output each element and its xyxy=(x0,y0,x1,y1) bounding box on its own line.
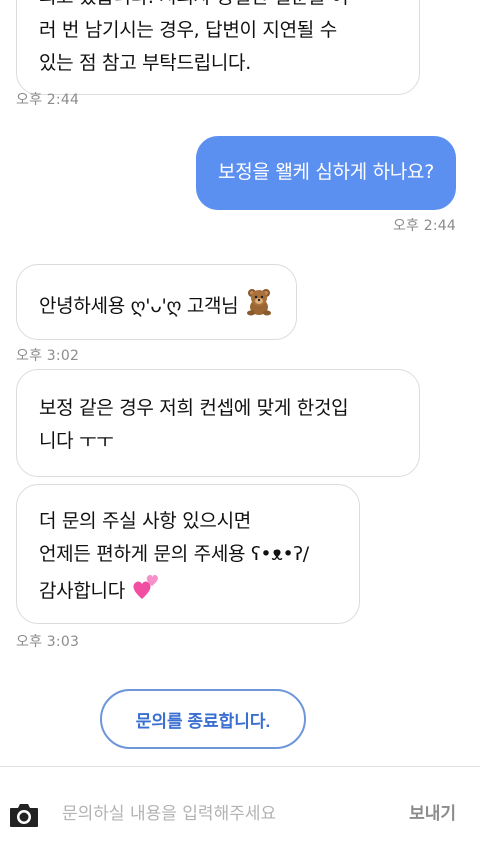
message-timestamp: 오후 2:44 xyxy=(16,92,80,108)
agent-message: 보정 같은 경우 저희 컨셉에 맞게 한것입 니다 ㅜㅜ xyxy=(16,369,420,477)
message-line: 니다 ㅜㅜ xyxy=(39,430,114,452)
agent-message: 되고 있습니다. 시의사 동일한 질문을 여 러 번 남기시는 경우, 답변이 … xyxy=(16,0,420,95)
message-line: 있는 점 참고 부탁드립니다. xyxy=(39,52,251,74)
message-timestamp: 오후 2:44 xyxy=(392,218,456,234)
message-line: 보정 같은 경우 저희 컨셉에 맞게 한것입 xyxy=(39,397,349,419)
message-timestamp: 오후 3:02 xyxy=(16,348,80,364)
message-line: 보정을 왤케 심하게 하나요? xyxy=(218,161,434,183)
message-input[interactable] xyxy=(62,791,382,837)
user-message: 보정을 왤케 심하게 하나요? xyxy=(196,136,456,210)
message-line: 러 번 남기시는 경우, 답변이 지연될 수 xyxy=(39,19,337,41)
two-hearts-icon xyxy=(131,571,161,612)
send-button[interactable]: 보내기 xyxy=(409,799,456,824)
message-text: 감사합니다 xyxy=(39,580,125,602)
message-line: 더 문의 주실 사항 있으시면 xyxy=(39,510,251,532)
message-timestamp: 오후 3:03 xyxy=(16,634,80,650)
end-chat-button[interactable]: 문의를 종료합니다. xyxy=(100,689,306,749)
message-text: 안녕하세용 ღ'ᴗ'ღ 고객님 xyxy=(39,295,239,317)
agent-message: 안녕하세용 ღ'ᴗ'ღ 고객님 xyxy=(16,264,298,340)
message-line: 감사합니다 xyxy=(39,571,337,612)
chat-screen: 되고 있습니다. 시의사 동일한 질문을 여 러 번 남기시는 경우, 답변이 … xyxy=(0,0,480,862)
camera-icon[interactable] xyxy=(8,799,40,831)
message-list[interactable]: 되고 있습니다. 시의사 동일한 질문을 여 러 번 남기시는 경우, 답변이 … xyxy=(0,0,480,766)
message-line: 되고 있습니다. 시의사 동일한 질문을 여 xyxy=(39,0,397,14)
message-composer: 보내기 xyxy=(0,766,480,862)
teddy-bear-icon xyxy=(244,286,274,327)
message-line: 언제든 편하게 문의 주세용 ʕ•ᴥ•ʔ/ xyxy=(39,543,309,565)
agent-message: 더 문의 주실 사항 있으시면 언제든 편하게 문의 주세용 ʕ•ᴥ•ʔ/ 감사… xyxy=(16,484,360,624)
message-line: 안녕하세용 ღ'ᴗ'ღ 고객님 xyxy=(39,286,274,327)
